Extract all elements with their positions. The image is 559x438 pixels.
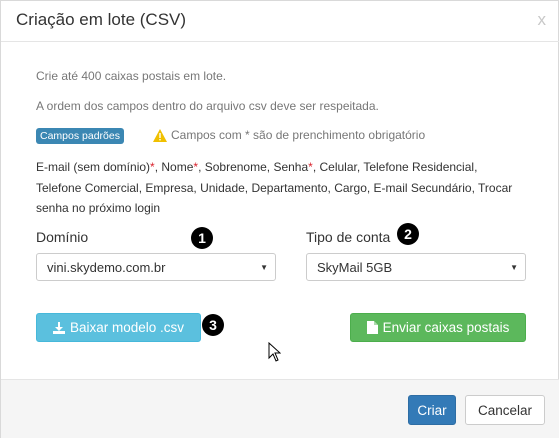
csv-field-item: E-mail (sem domínio)	[36, 160, 151, 174]
required-warning: Campos com * são de prenchimento obrigat…	[153, 128, 425, 142]
csv-field-item: E-mail Secundário	[373, 180, 472, 195]
modal-header: Criação em lote (CSV) x	[1, 1, 559, 42]
default-fields-badge: Campos padrões	[36, 128, 124, 144]
download-template-button[interactable]: Baixar modelo .csv	[36, 313, 201, 342]
dominio-select[interactable]: vini.skydemo.com.br ▼	[36, 253, 276, 281]
tipo-conta-select-value: SkyMail 5GB	[317, 260, 393, 275]
tipo-conta-label: Tipo de conta	[306, 229, 391, 245]
csv-field-item: Unidade	[200, 180, 245, 195]
dominio-select-value: vini.skydemo.com.br	[47, 260, 166, 275]
csv-field-item: Empresa	[145, 180, 194, 195]
file-icon	[366, 321, 378, 334]
caret-down-icon: ▼	[260, 263, 268, 272]
required-asterisk: *	[193, 160, 199, 174]
order-notice: A ordem dos campos dentro do arquivo csv…	[36, 99, 379, 113]
close-button[interactable]: x	[538, 10, 547, 30]
required-asterisk: *	[308, 160, 313, 174]
download-template-label: Baixar modelo .csv	[69, 320, 185, 335]
step-marker-2: 2	[397, 223, 419, 245]
modal-title: Criação em lote (CSV)	[16, 10, 187, 29]
upload-mailboxes-label: Enviar caixas postais	[382, 320, 510, 335]
csv-fields-list: E-mail (sem domínio)*, Nome*, Sobrenome,…	[36, 160, 513, 215]
csv-field-item: Departamento	[251, 180, 328, 195]
csv-field-item: Telefone Residencial	[363, 160, 475, 174]
mouse-cursor-icon	[268, 342, 281, 362]
download-icon	[52, 321, 65, 334]
required-asterisk: *	[150, 160, 155, 174]
create-button[interactable]: Criar	[408, 395, 456, 425]
step-marker-1: 1	[191, 227, 213, 249]
csv-field-item: Celular	[319, 160, 357, 174]
csv-field-item: Sobrenome	[204, 160, 267, 174]
dominio-label: Domínio	[36, 229, 89, 245]
csv-field-item: Senha	[273, 160, 309, 174]
upload-mailboxes-button[interactable]: Enviar caixas postais	[350, 313, 526, 342]
warning-triangle-icon	[153, 128, 167, 142]
step-marker-3: 3	[202, 314, 224, 336]
caret-down-icon: ▼	[510, 263, 518, 272]
intro-text: Crie até 400 caixas postais em lote.	[36, 69, 227, 83]
tipo-conta-select[interactable]: SkyMail 5GB ▼	[306, 253, 526, 281]
csv-field-item: Cargo	[334, 180, 367, 195]
cancel-button[interactable]: Cancelar	[465, 395, 545, 425]
required-warning-text: Campos com * são de prenchimento obrigat…	[171, 128, 426, 142]
csv-field-item: Nome	[161, 160, 194, 174]
csv-batch-modal: Criação em lote (CSV) x Crie até 400 cai…	[0, 0, 559, 438]
csv-field-item: Telefone Comercial	[36, 180, 139, 195]
